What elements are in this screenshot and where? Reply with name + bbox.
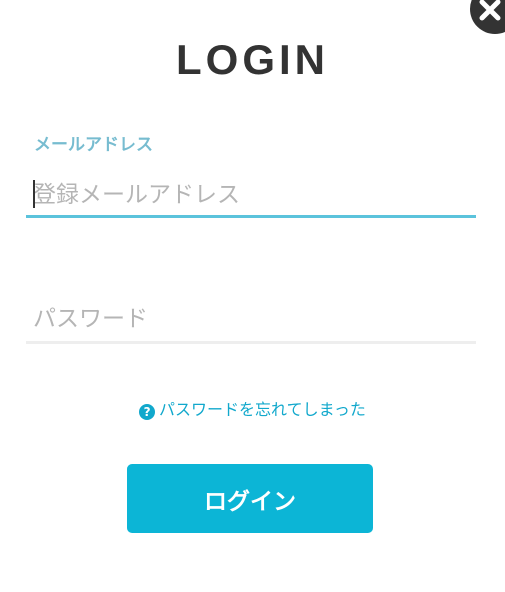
email-field[interactable] bbox=[26, 174, 476, 218]
text-caret bbox=[33, 180, 35, 208]
login-button[interactable]: ログイン bbox=[127, 464, 373, 533]
email-label: メールアドレス bbox=[34, 135, 153, 155]
forgot-password-label: パスワードを忘れてしまった bbox=[159, 400, 366, 419]
page-title: LOGIN bbox=[176, 36, 329, 83]
password-field[interactable] bbox=[26, 296, 476, 344]
close-icon bbox=[479, 0, 501, 21]
help-icon: ? bbox=[139, 404, 156, 420]
forgot-password-link[interactable]: ? パスワードを忘れてしまった bbox=[0, 398, 505, 422]
login-modal: LOGIN メールアドレス ?パスワードを忘れてしまった ログイン bbox=[0, 0, 505, 592]
close-button[interactable] bbox=[470, 0, 505, 34]
